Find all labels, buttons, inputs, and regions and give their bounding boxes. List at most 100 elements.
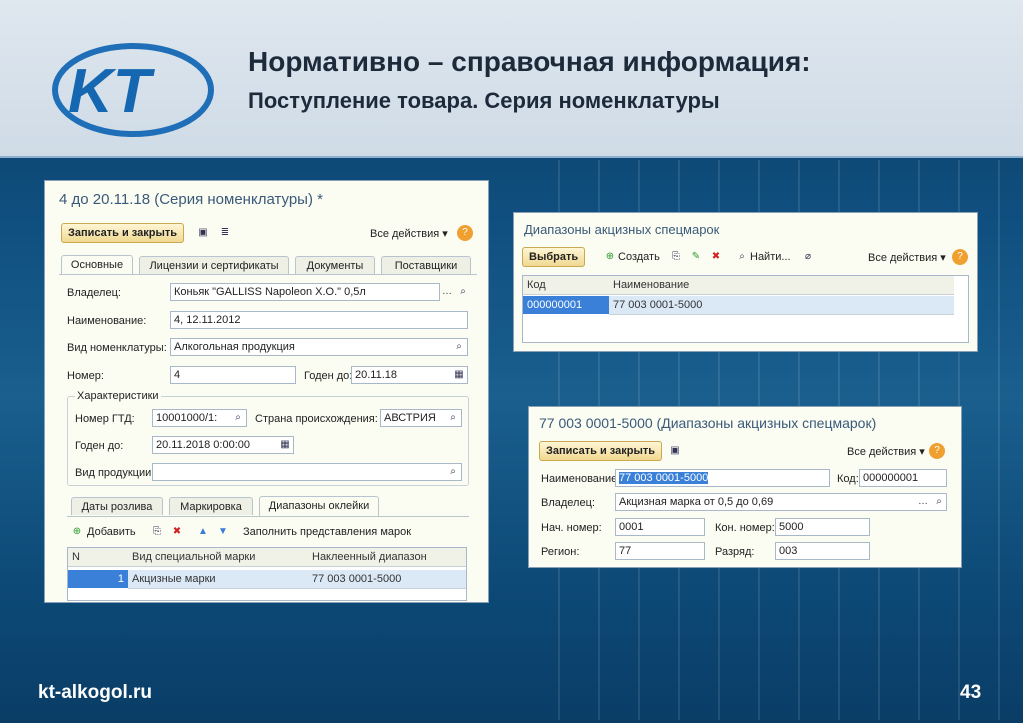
all-actions-menu[interactable]: Все действия ▾ — [847, 445, 925, 458]
search-icon[interactable]: ⌕ — [455, 284, 471, 300]
find-button[interactable]: Найти... — [750, 251, 791, 263]
end-number-label: Кон. номер: — [715, 522, 775, 534]
ranges-list-table: Код Наименование 000000001 77 003 0001-5… — [522, 275, 969, 343]
name-value: 77 003 0001-5000 — [619, 472, 709, 484]
save-close-button[interactable]: Записать и закрыть — [539, 441, 663, 461]
owner-label: Владелец: — [67, 287, 121, 299]
name-label: Наименование: — [541, 473, 621, 485]
kind-field[interactable]: Алкогольная продукция — [170, 338, 468, 356]
region-field[interactable]: 77 — [615, 542, 705, 560]
search-icon[interactable]: ⌕ — [230, 410, 246, 426]
number-label: Номер: — [67, 370, 104, 382]
product-kind-label: Вид продукции: — [75, 467, 155, 479]
owner-label: Владелец: — [541, 497, 595, 509]
fill-representations-button[interactable]: Заполнить представления марок — [243, 526, 411, 538]
ellipsis-button[interactable]: … — [439, 284, 455, 300]
number-field[interactable]: 4 — [170, 366, 296, 384]
valid2-label: Годен до: — [75, 440, 124, 452]
edit-icon[interactable]: ✎ — [688, 249, 704, 265]
valid-label: Годен до: — [304, 370, 353, 382]
code-label: Код: — [837, 473, 859, 485]
table-header-name: Наименование — [609, 276, 954, 295]
all-actions-menu[interactable]: Все действия ▾ — [370, 227, 448, 240]
help-icon[interactable]: ? — [952, 249, 968, 265]
copy-icon[interactable]: ⎘ — [149, 524, 165, 540]
create-button[interactable]: Создать — [618, 251, 660, 263]
save-icon[interactable]: ▣ — [667, 443, 683, 459]
subtab-bottling-dates[interactable]: Даты розлива — [71, 497, 163, 515]
owner-field[interactable]: Коньяк "GALLISS Napoleon X.O." 0,5л — [170, 283, 440, 301]
table-row-name[interactable]: 77 003 0001-5000 — [609, 296, 954, 315]
search-icon[interactable]: ⌕ — [445, 410, 461, 426]
kt-logo: KT — [52, 43, 214, 137]
ranges-table: N Вид специальной марки Наклеенный диапа… — [67, 547, 467, 601]
rank-field[interactable]: 003 — [775, 542, 870, 560]
delete-icon[interactable]: ✖ — [708, 249, 724, 265]
subtab-marking[interactable]: Маркировка — [169, 497, 253, 515]
owner-field[interactable]: Акцизная марка от 0,5 до 0,69 — [615, 493, 947, 511]
ellipsis-button[interactable]: … — [915, 494, 931, 510]
tab-licenses[interactable]: Лицензии и сертификаты — [139, 256, 289, 274]
code-field[interactable]: 000000001 — [859, 469, 947, 487]
calendar-icon[interactable]: ▦ — [451, 367, 467, 383]
end-number-field[interactable]: 5000 — [775, 518, 870, 536]
search-icon[interactable]: ⌕ — [451, 339, 467, 355]
copy-icon[interactable]: ⎘ — [668, 249, 684, 265]
add-button[interactable]: Добавить — [87, 526, 136, 538]
tab-divider — [59, 274, 477, 275]
kind-label: Вид номенклатуры: — [67, 342, 167, 354]
slide-subtitle: Поступление товара. Серия номенклатуры — [248, 88, 720, 113]
tab-suppliers[interactable]: Поставщики — [381, 256, 471, 274]
country-label: Страна происхождения: — [255, 413, 378, 425]
name-field[interactable]: 77 003 0001-5000 — [615, 469, 830, 487]
window-title: 77 003 0001-5000 (Диапазоны акцизных спе… — [539, 415, 877, 431]
table-row-range[interactable]: 77 003 0001-5000 — [308, 570, 466, 589]
help-icon[interactable]: ? — [929, 443, 945, 459]
slide-title: Нормативно – справочная информация: — [248, 46, 811, 77]
add-icon[interactable]: ⊕ — [69, 524, 85, 540]
name-label: Наименование: — [67, 315, 147, 327]
table-header-range: Наклеенный диапазон — [308, 548, 466, 567]
valid2-field[interactable]: 20.11.2018 0:00:00 — [152, 436, 294, 454]
all-actions-menu[interactable]: Все действия ▾ — [868, 251, 946, 264]
search-icon[interactable]: ⌕ — [445, 464, 461, 480]
page-number: 43 — [960, 682, 982, 703]
help-icon[interactable]: ? — [457, 225, 473, 241]
list-icon[interactable]: ≣ — [217, 225, 233, 241]
create-icon[interactable]: ⊕ — [602, 249, 618, 265]
footer-site: kt-alkogol.ru — [38, 682, 153, 703]
name-field[interactable]: 4, 12.11.2012 — [170, 311, 468, 329]
table-header-n: N — [68, 548, 128, 567]
table-header-kind: Вид специальной марки — [128, 548, 308, 567]
table-row-code[interactable]: 000000001 — [523, 296, 609, 314]
start-number-label: Нач. номер: — [541, 522, 602, 534]
gtd-label: Номер ГТД: — [75, 413, 135, 425]
subtab-divider — [67, 516, 469, 517]
clear-search-icon[interactable]: ⌀ — [800, 249, 816, 265]
start-number-field[interactable]: 0001 — [615, 518, 705, 536]
table-header-code: Код — [523, 276, 609, 295]
select-button[interactable]: Выбрать — [522, 247, 586, 267]
find-icon[interactable]: ⌕ — [734, 249, 750, 265]
range-detail-window: 77 003 0001-5000 (Диапазоны акцизных спе… — [528, 406, 962, 568]
move-down-icon[interactable]: ▼ — [215, 524, 231, 540]
product-kind-field[interactable] — [152, 463, 462, 481]
save-close-button[interactable]: Записать и закрыть — [61, 223, 185, 243]
series-window: 4 до 20.11.18 (Серия номенклатуры) * Зап… — [44, 180, 489, 603]
window-title: Диапазоны акцизных спецмарок — [524, 222, 720, 237]
subtab-label-ranges[interactable]: Диапазоны оклейки — [259, 496, 379, 516]
rank-label: Разряд: — [715, 546, 755, 558]
group-label: Характеристики — [75, 390, 161, 402]
calendar-icon[interactable]: ▦ — [277, 437, 293, 453]
region-label: Регион: — [541, 546, 580, 558]
table-row-n[interactable]: 1 — [68, 570, 128, 588]
tab-main[interactable]: Основные — [61, 255, 133, 275]
save-icon[interactable]: ▣ — [195, 225, 211, 241]
window-title: 4 до 20.11.18 (Серия номенклатуры) * — [59, 191, 323, 208]
ranges-list-window: Диапазоны акцизных спецмарок Выбрать ⊕ С… — [513, 212, 978, 352]
tab-documents[interactable]: Документы — [295, 256, 375, 274]
move-up-icon[interactable]: ▲ — [195, 524, 211, 540]
delete-icon[interactable]: ✖ — [169, 524, 185, 540]
search-icon[interactable]: ⌕ — [931, 494, 947, 510]
table-row-kind[interactable]: Акцизные марки — [128, 570, 308, 589]
